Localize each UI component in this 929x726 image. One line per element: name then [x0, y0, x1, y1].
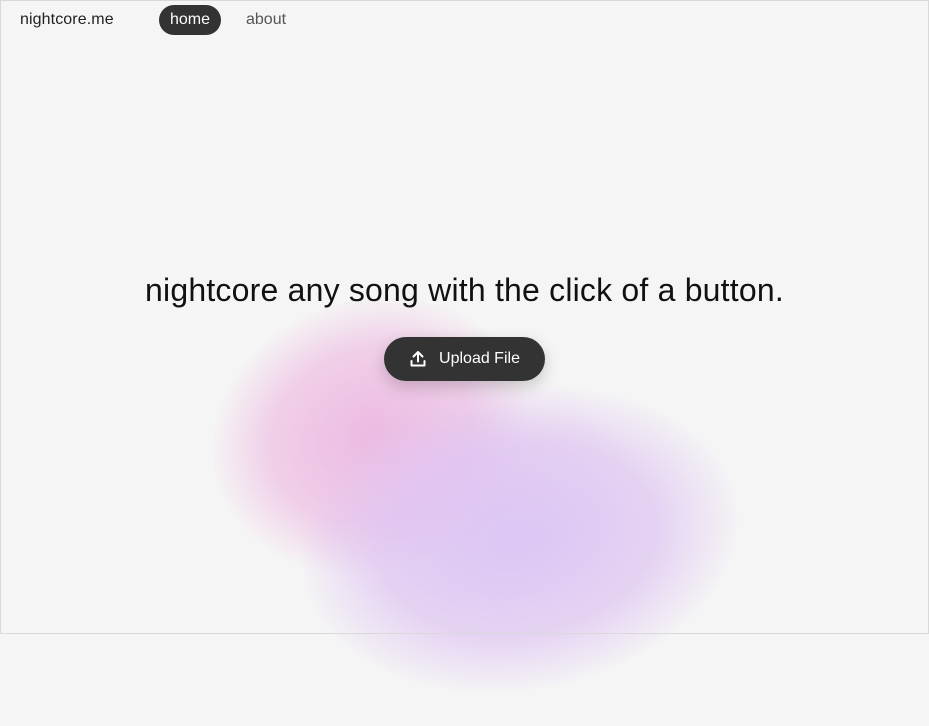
background-mid-blob — [280, 360, 640, 620]
upload-file-button[interactable]: Upload File — [384, 337, 545, 381]
nav-item-home[interactable]: home — [159, 5, 221, 35]
nav-item-about[interactable]: about — [236, 5, 296, 35]
upload-file-button-label: Upload File — [439, 350, 520, 367]
window-frame — [0, 0, 929, 634]
top-navbar: nightcore.me home about — [0, 0, 929, 40]
hero-headline: nightcore any song with the click of a b… — [145, 272, 784, 308]
brand-logo-text[interactable]: nightcore.me — [20, 11, 114, 29]
upload-icon — [409, 350, 427, 368]
background-purple-blob — [277, 354, 763, 726]
